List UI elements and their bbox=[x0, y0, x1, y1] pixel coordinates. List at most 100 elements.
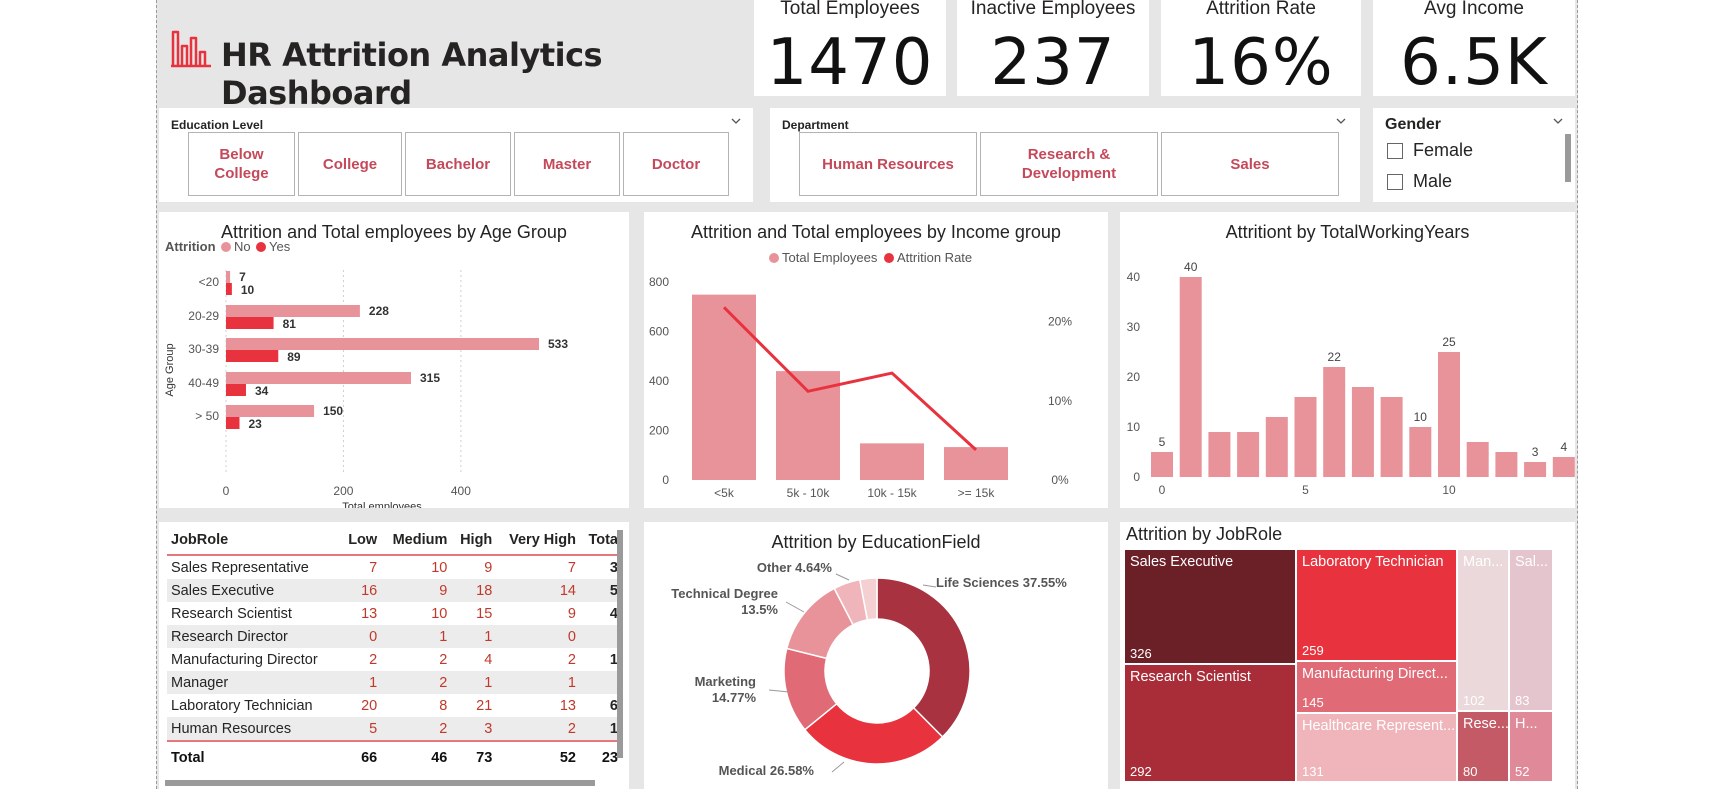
kpi-label: Attrition Rate bbox=[1206, 0, 1316, 19]
chevron-down-icon[interactable] bbox=[1336, 116, 1346, 126]
x-tick-label: 5 bbox=[1302, 483, 1309, 497]
y-tick-label: > 50 bbox=[195, 409, 219, 423]
chevron-down-icon[interactable] bbox=[731, 116, 741, 126]
table-cell: 0 bbox=[496, 625, 580, 648]
treemap-cell[interactable]: H... 52 bbox=[1509, 711, 1553, 782]
kpi-value: 6.5K bbox=[1400, 26, 1548, 100]
table-cell: 3 bbox=[609, 559, 618, 576]
slicer-option-bachelor[interactable]: Bachelor bbox=[405, 132, 511, 196]
treemap-value: 292 bbox=[1130, 764, 1152, 779]
slice-label: Other 4.64% bbox=[757, 560, 833, 575]
table-cell: 20 bbox=[361, 697, 378, 714]
bar bbox=[1466, 442, 1489, 477]
data-label: 3 bbox=[1532, 445, 1539, 459]
column-header[interactable]: Medium bbox=[381, 528, 452, 556]
legend-marker-no bbox=[221, 242, 231, 252]
table-cell: 73 bbox=[451, 740, 497, 769]
y-tick-label: 0 bbox=[1133, 470, 1140, 484]
gender-option-male[interactable]: Male bbox=[1387, 171, 1452, 192]
table-row: Laboratory Technician 20 8 21 13 6 bbox=[167, 694, 622, 717]
chevron-down-icon[interactable] bbox=[1553, 116, 1563, 126]
treemap-cell[interactable]: Laboratory Technician 259 bbox=[1296, 549, 1457, 661]
column-header[interactable]: Tota bbox=[580, 528, 622, 556]
table-row: Research Director 0 1 1 0 bbox=[167, 625, 622, 648]
treemap-value: 80 bbox=[1463, 764, 1478, 779]
table-cell: Manager bbox=[167, 671, 340, 694]
table-cell: 18 bbox=[451, 579, 497, 602]
treemap-area: Sales Executive 326 Research Scientist 292 L… bbox=[1120, 522, 1575, 789]
treemap-cell[interactable]: Sales Executive 326 bbox=[1124, 549, 1296, 664]
kpi-value: 237 bbox=[990, 26, 1116, 100]
checkbox[interactable] bbox=[1387, 142, 1403, 159]
data-label: 5 bbox=[1159, 435, 1166, 449]
legend-marker-yes bbox=[256, 242, 266, 252]
data-label: 10 bbox=[241, 283, 255, 297]
slicer-option-master[interactable]: Master bbox=[514, 132, 620, 196]
column-header[interactable]: JobRole bbox=[167, 528, 340, 556]
table-cell: 1 bbox=[609, 651, 618, 668]
column-header[interactable]: Low bbox=[339, 528, 382, 556]
y-tick-label: 800 bbox=[649, 275, 669, 289]
data-label: 4 bbox=[1560, 440, 1567, 454]
attrition-rate-line bbox=[722, 306, 978, 452]
table-cell: Sales Executive bbox=[167, 579, 340, 602]
table-cell: 0 bbox=[339, 625, 382, 648]
slicer-option-below-college[interactable]: Below College bbox=[188, 132, 295, 196]
column-header[interactable]: High bbox=[451, 528, 497, 556]
table-cell: 52 bbox=[496, 740, 580, 769]
bar bbox=[1380, 397, 1403, 477]
slice-label: Technical Degree bbox=[671, 586, 778, 601]
table-cell: 2 bbox=[381, 717, 452, 741]
table-cell: 10 bbox=[431, 559, 448, 576]
y2-tick-label: 20% bbox=[1048, 315, 1072, 329]
page-title: HR Attrition Analytics Dashboard bbox=[221, 36, 603, 112]
vertical-scrollbar[interactable] bbox=[617, 530, 623, 758]
column-header[interactable]: Very High bbox=[496, 528, 580, 556]
bar bbox=[1208, 432, 1231, 477]
table-cell: 13 bbox=[559, 697, 576, 714]
y-tick-label: 600 bbox=[649, 325, 669, 339]
age-group-chart: Attrition and Total employees by Age Gro… bbox=[159, 212, 629, 508]
table-cell: 2 bbox=[496, 717, 580, 741]
slicer-option-sales[interactable]: Sales bbox=[1161, 132, 1339, 196]
label-leader bbox=[831, 761, 845, 773]
jobrole-matrix: JobRole Low Medium High Very High Tota Sales … bbox=[159, 522, 629, 789]
slicer-option-doctor[interactable]: Doctor bbox=[623, 132, 729, 196]
treemap-cell[interactable]: Man... 102 bbox=[1457, 549, 1509, 711]
label-leader bbox=[922, 584, 937, 588]
bar-no bbox=[226, 305, 360, 317]
x-tick-label: 400 bbox=[451, 484, 471, 498]
kpi-value: 1470 bbox=[766, 26, 934, 100]
legend-marker-total bbox=[769, 253, 779, 263]
data-label: 7 bbox=[239, 270, 246, 284]
table-cell: 5 bbox=[580, 579, 622, 602]
treemap-cell[interactable]: Research Scientist 292 bbox=[1124, 664, 1296, 782]
matrix-table: JobRole Low Medium High Very High Tota Sales … bbox=[167, 528, 622, 769]
scrollbar-thumb[interactable] bbox=[1565, 134, 1571, 182]
y-tick-label: 20 bbox=[1127, 370, 1141, 384]
data-label: 10 bbox=[1414, 410, 1428, 424]
checkbox[interactable] bbox=[1387, 173, 1403, 190]
x-tick-label: 0 bbox=[1159, 483, 1166, 497]
slicer-option-college[interactable]: College bbox=[298, 132, 402, 196]
data-label: 150 bbox=[323, 404, 343, 418]
income-group-chart: Attrition and Total employees by Income … bbox=[644, 212, 1108, 508]
bar bbox=[1552, 457, 1575, 477]
bar-total bbox=[692, 294, 756, 480]
slicer-option-human-resources[interactable]: Human Resources bbox=[799, 132, 977, 196]
table-cell bbox=[580, 671, 622, 694]
treemap-cell[interactable]: Rese... 80 bbox=[1457, 711, 1509, 782]
horizontal-scrollbar[interactable] bbox=[165, 780, 595, 786]
y-tick-label: 400 bbox=[649, 374, 669, 388]
treemap-cell[interactable]: Sal... 83 bbox=[1509, 549, 1553, 711]
table-cell: Manufacturing Director bbox=[171, 651, 318, 668]
bar-no bbox=[226, 271, 231, 283]
treemap-cell[interactable]: Healthcare Represent... 131 bbox=[1296, 713, 1457, 782]
bar bbox=[1179, 277, 1202, 477]
kpi-avg-income: Avg Income 6.5K bbox=[1373, 0, 1575, 100]
slicer-option-research-development[interactable]: Research & Development bbox=[980, 132, 1158, 196]
gender-option-female[interactable]: Female bbox=[1387, 140, 1473, 161]
treemap-cell[interactable]: Manufacturing Direct... 145 bbox=[1296, 661, 1457, 713]
bar-no bbox=[226, 405, 315, 417]
slice-label: Medical 26.58% bbox=[719, 763, 815, 778]
